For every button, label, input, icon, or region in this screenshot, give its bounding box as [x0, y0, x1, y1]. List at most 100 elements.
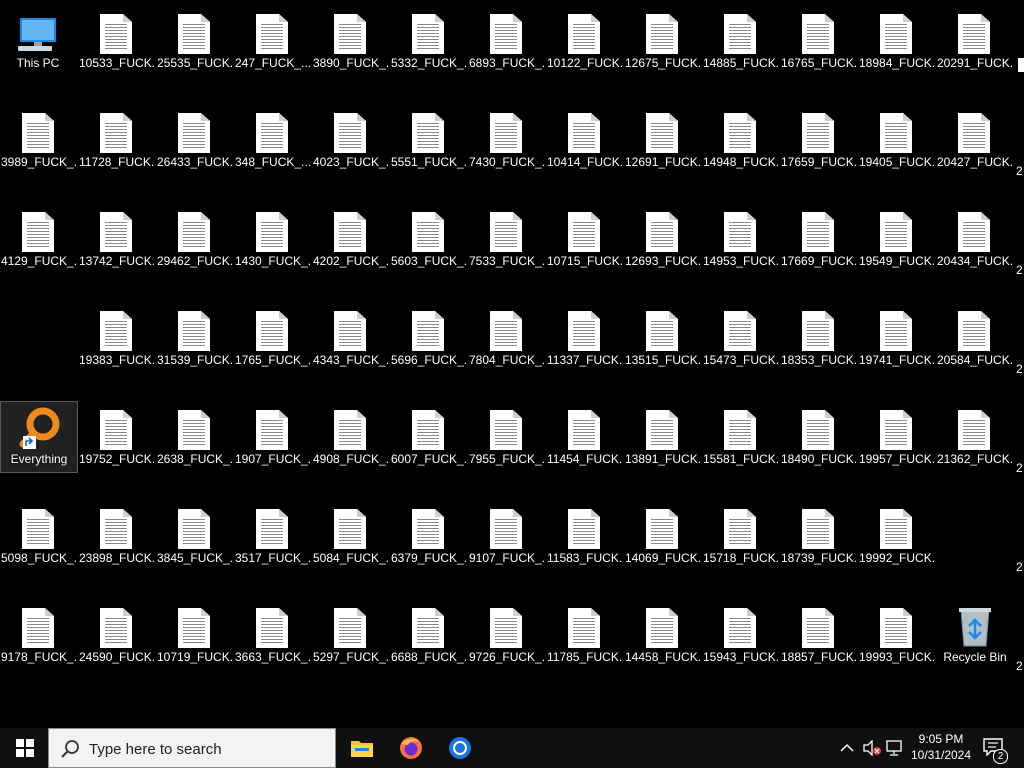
offscreen-file-icon[interactable] — [1018, 58, 1024, 72]
desktop-file-icon[interactable]: 348_FUCK_... — [234, 105, 310, 175]
desktop-file-icon[interactable]: 14069_FUCK... — [624, 501, 700, 571]
desktop-file-icon[interactable]: 3890_FUCK_... — [312, 6, 388, 76]
desktop-file-icon[interactable]: 3845_FUCK_... — [156, 501, 232, 571]
desktop-file-icon[interactable]: 7804_FUCK_... — [468, 303, 544, 373]
desktop-file-icon[interactable]: 24590_FUCK... — [78, 600, 154, 670]
desktop-file-icon[interactable]: 12691_FUCK... — [624, 105, 700, 175]
desktop-file-icon[interactable]: 23898_FUCK... — [78, 501, 154, 571]
desktop-file-icon[interactable]: 3989_FUCK_... — [0, 105, 76, 175]
desktop-file-icon[interactable]: 18857_FUCK... — [780, 600, 856, 670]
desktop-file-icon[interactable]: 19752_FUCK... — [78, 402, 154, 472]
desktop-file-icon[interactable]: 5098_FUCK_... — [0, 501, 76, 571]
desktop-file-icon[interactable]: 4129_FUCK_... — [0, 204, 76, 274]
desktop-file-icon[interactable]: 20434_FUCK... — [936, 204, 1012, 274]
desktop-file-icon[interactable]: 11454_FUCK... — [546, 402, 622, 472]
desktop-file-icon[interactable]: 19741_FUCK... — [858, 303, 934, 373]
start-button[interactable] — [0, 728, 48, 768]
desktop-file-icon[interactable]: 6688_FUCK_... — [390, 600, 466, 670]
clock[interactable]: 9:05 PM 10/31/2024 — [906, 728, 976, 768]
desktop-file-icon[interactable]: 6007_FUCK_... — [390, 402, 466, 472]
desktop-file-icon[interactable]: 5696_FUCK_... — [390, 303, 466, 373]
desktop-file-icon[interactable]: 3663_FUCK_... — [234, 600, 310, 670]
desktop-file-icon[interactable]: 13742_FUCK... — [78, 204, 154, 274]
desktop-file-icon[interactable]: 19992_FUCK... — [858, 501, 934, 571]
desktop-file-icon[interactable]: 18353_FUCK... — [780, 303, 856, 373]
desktop-file-icon[interactable]: 10414_FUCK... — [546, 105, 622, 175]
everything-shortcut[interactable]: Everything — [0, 401, 78, 473]
desktop-file-icon[interactable]: 19993_FUCK... — [858, 600, 934, 670]
taskbar-search-box[interactable]: Type here to search — [48, 728, 336, 768]
desktop-file-icon[interactable]: 4202_FUCK_... — [312, 204, 388, 274]
desktop-file-icon[interactable]: 3517_FUCK_... — [234, 501, 310, 571]
desktop-file-icon[interactable]: 10715_FUCK... — [546, 204, 622, 274]
volume-button[interactable] — [860, 728, 884, 768]
desktop-file-icon[interactable]: 6379_FUCK_... — [390, 501, 466, 571]
desktop-file-icon[interactable]: 20291_FUCK... — [936, 6, 1012, 76]
desktop-file-icon[interactable]: 11785_FUCK... — [546, 600, 622, 670]
desktop-file-icon[interactable]: 18984_FUCK... — [858, 6, 934, 76]
desktop-file-icon[interactable]: 14948_FUCK... — [702, 105, 778, 175]
desktop-file-icon[interactable]: 17659_FUCK... — [780, 105, 856, 175]
desktop-file-icon[interactable]: 5603_FUCK_... — [390, 204, 466, 274]
desktop-file-icon[interactable]: 6893_FUCK_... — [468, 6, 544, 76]
network-button[interactable] — [884, 728, 906, 768]
desktop-file-icon[interactable]: 18490_FUCK... — [780, 402, 856, 472]
desktop-file-icon[interactable]: 10122_FUCK... — [546, 6, 622, 76]
desktop-file-icon[interactable]: 31539_FUCK... — [156, 303, 232, 373]
desktop-file-icon[interactable]: 14885_FUCK... — [702, 6, 778, 76]
desktop-file-icon[interactable]: 9178_FUCK_... — [0, 600, 76, 670]
desktop-file-icon[interactable]: 18739_FUCK... — [780, 501, 856, 571]
desktop-file-icon[interactable]: 1430_FUCK_... — [234, 204, 310, 274]
desktop-file-icon[interactable]: 14953_FUCK... — [702, 204, 778, 274]
desktop-file-icon[interactable]: 19383_FUCK... — [78, 303, 154, 373]
desktop-file-icon[interactable]: 15473_FUCK... — [702, 303, 778, 373]
recycle-bin-shortcut[interactable]: Recycle Bin — [937, 600, 1013, 670]
desktop-file-icon[interactable]: 1765_FUCK_... — [234, 303, 310, 373]
desktop-file-icon[interactable]: 4908_FUCK_... — [312, 402, 388, 472]
desktop-file-icon[interactable]: 15943_FUCK... — [702, 600, 778, 670]
desktop[interactable]: This PC Everything Recycle Bin 10533_FUC… — [0, 0, 1024, 728]
desktop-file-icon[interactable]: 25535_FUCK... — [156, 6, 232, 76]
desktop-file-icon[interactable]: 15718_FUCK... — [702, 501, 778, 571]
desktop-file-icon[interactable]: 19405_FUCK... — [858, 105, 934, 175]
desktop-file-icon[interactable]: 5084_FUCK_... — [312, 501, 388, 571]
desktop-file-icon[interactable]: 7430_FUCK_... — [468, 105, 544, 175]
desktop-file-icon[interactable]: 29462_FUCK... — [156, 204, 232, 274]
desktop-file-icon[interactable]: 21362_FUCK... — [936, 402, 1012, 472]
desktop-file-icon[interactable]: 9107_FUCK_... — [468, 501, 544, 571]
desktop-file-icon[interactable]: 16765_FUCK... — [780, 6, 856, 76]
desktop-file-icon[interactable]: 12675_FUCK... — [624, 6, 700, 76]
firefox-button[interactable] — [387, 728, 435, 768]
desktop-file-icon[interactable]: 13891_FUCK... — [624, 402, 700, 472]
desktop-file-icon[interactable]: 5297_FUCK_... — [312, 600, 388, 670]
desktop-file-icon[interactable]: 19957_FUCK... — [858, 402, 934, 472]
desktop-file-icon[interactable]: 19549_FUCK... — [858, 204, 934, 274]
this-pc-shortcut[interactable]: This PC — [0, 6, 76, 76]
desktop-file-icon[interactable]: 7533_FUCK_... — [468, 204, 544, 274]
desktop-file-icon[interactable]: 10533_FUCK... — [78, 6, 154, 76]
desktop-file-icon[interactable]: 4023_FUCK_... — [312, 105, 388, 175]
desktop-file-icon[interactable]: 13515_FUCK... — [624, 303, 700, 373]
desktop-file-icon[interactable]: 5551_FUCK_... — [390, 105, 466, 175]
desktop-file-icon[interactable]: 20584_FUCK... — [936, 303, 1012, 373]
desktop-file-icon[interactable]: 12693_FUCK... — [624, 204, 700, 274]
desktop-file-icon[interactable]: 247_FUCK_... — [234, 6, 310, 76]
show-hidden-icons-button[interactable] — [836, 728, 858, 768]
chrome-button[interactable] — [436, 728, 484, 768]
desktop-file-icon[interactable]: 20427_FUCK... — [936, 105, 1012, 175]
desktop-file-icon[interactable]: 7955_FUCK_... — [468, 402, 544, 472]
file-explorer-button[interactable] — [338, 728, 386, 768]
desktop-file-icon[interactable]: 14458_FUCK... — [624, 600, 700, 670]
desktop-file-icon[interactable]: 11728_FUCK... — [78, 105, 154, 175]
desktop-file-icon[interactable]: 11337_FUCK... — [546, 303, 622, 373]
desktop-file-icon[interactable]: 26433_FUCK... — [156, 105, 232, 175]
desktop-file-icon[interactable]: 17669_FUCK... — [780, 204, 856, 274]
desktop-file-icon[interactable]: 4343_FUCK_... — [312, 303, 388, 373]
desktop-file-icon[interactable]: 5332_FUCK_... — [390, 6, 466, 76]
desktop-file-icon[interactable]: 2638_FUCK_... — [156, 402, 232, 472]
desktop-file-icon[interactable]: 15581_FUCK... — [702, 402, 778, 472]
desktop-file-icon[interactable]: 1907_FUCK_... — [234, 402, 310, 472]
desktop-file-icon[interactable]: 10719_FUCK... — [156, 600, 232, 670]
desktop-file-icon[interactable]: 9726_FUCK_... — [468, 600, 544, 670]
desktop-file-icon[interactable]: 11583_FUCK... — [546, 501, 622, 571]
